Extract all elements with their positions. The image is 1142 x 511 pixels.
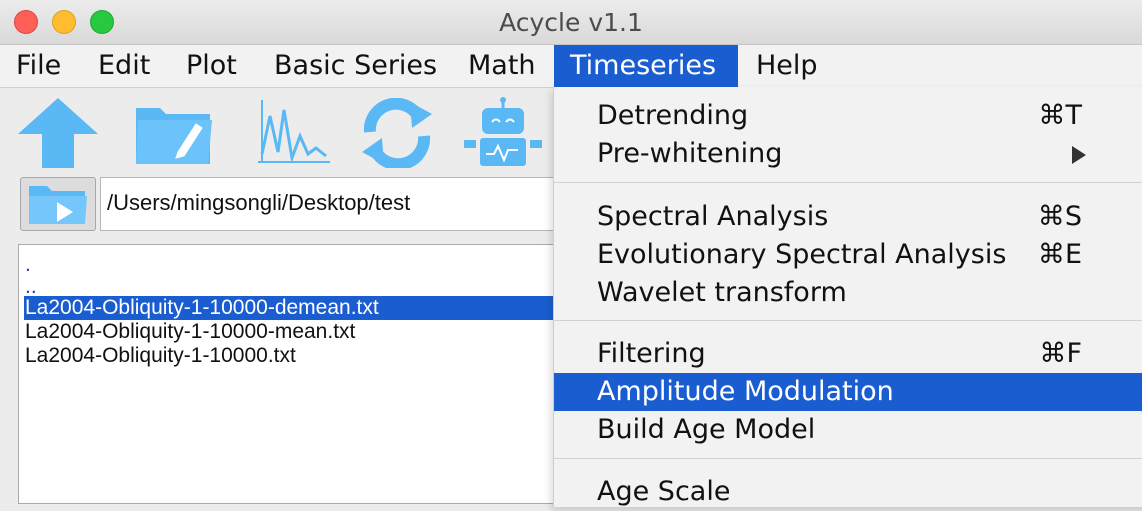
menu-separator: [554, 458, 1142, 459]
menu-item-pre-whitening[interactable]: Pre-whitening: [554, 135, 1142, 173]
submenu-arrow-icon: [1072, 146, 1086, 164]
open-folder-button[interactable]: [20, 177, 96, 231]
menu-item-label: Wavelet transform: [597, 277, 847, 308]
menu-item-label: Filtering: [597, 338, 706, 369]
menu-plot[interactable]: Plot: [170, 45, 253, 87]
menu-item-label: Evolutionary Spectral Analysis: [597, 239, 1007, 270]
title-bar: Acycle v1.1: [0, 0, 1142, 45]
menu-item-label: Spectral Analysis: [597, 201, 829, 232]
timeseries-dropdown: Detrending ⌘T Pre-whitening Spectral Ana…: [553, 87, 1142, 507]
menu-edit[interactable]: Edit: [82, 45, 166, 87]
menu-bar: File Edit Plot Basic Series Math Timeser…: [0, 45, 1142, 88]
list-item[interactable]: La2004-Obliquity-1-10000.txt: [25, 344, 296, 368]
menu-item-filtering[interactable]: Filtering ⌘F: [554, 335, 1142, 373]
menu-item-wavelet-transform[interactable]: Wavelet transform: [554, 274, 1142, 312]
menu-item-spectral-analysis[interactable]: Spectral Analysis ⌘S: [554, 198, 1142, 236]
menu-item-label: Pre-whitening: [597, 138, 783, 169]
waveform-plot-icon[interactable]: [254, 96, 334, 168]
shortcut-label: ⌘F: [1039, 338, 1082, 369]
shortcut-label: ⌘S: [1037, 201, 1082, 232]
menu-item-amplitude-modulation[interactable]: Amplitude Modulation: [554, 373, 1142, 411]
menu-basic-series[interactable]: Basic Series: [258, 45, 453, 87]
menu-item-detrending[interactable]: Detrending ⌘T: [554, 97, 1142, 135]
menu-item-age-scale[interactable]: Age Scale: [554, 473, 1142, 511]
shortcut-label: ⌘T: [1038, 100, 1083, 131]
menu-item-build-age-model[interactable]: Build Age Model: [554, 411, 1142, 449]
menu-help[interactable]: Help: [740, 45, 834, 87]
folder-open-icon: [29, 186, 87, 224]
menu-separator: [554, 182, 1142, 183]
menu-item-label: Age Scale: [597, 476, 731, 507]
file-list[interactable]: . .. La2004-Obliquity-1-10000-demean.txt…: [18, 244, 565, 504]
menu-item-label: Build Age Model: [597, 414, 816, 445]
refresh-icon[interactable]: [358, 98, 436, 168]
menu-item-evolutionary-spectral-analysis[interactable]: Evolutionary Spectral Analysis ⌘E: [554, 236, 1142, 274]
shortcut-label: ⌘E: [1037, 239, 1082, 270]
menu-item-label: Amplitude Modulation: [597, 376, 894, 407]
up-arrow-icon[interactable]: [16, 96, 100, 170]
menu-file[interactable]: File: [0, 45, 77, 87]
menu-separator: [554, 320, 1142, 321]
folder-edit-icon[interactable]: [134, 100, 214, 166]
menu-timeseries[interactable]: Timeseries: [554, 45, 738, 87]
menu-item-label: Detrending: [597, 100, 749, 131]
list-item[interactable]: La2004-Obliquity-1-10000-mean.txt: [25, 320, 355, 344]
list-item-selected[interactable]: La2004-Obliquity-1-10000-demean.txt: [24, 296, 565, 320]
robot-icon[interactable]: [460, 96, 546, 170]
list-item[interactable]: .: [25, 253, 31, 277]
menu-math[interactable]: Math: [452, 45, 552, 87]
window-title: Acycle v1.1: [499, 8, 643, 37]
path-field[interactable]: /Users/mingsongli/Desktop/test: [100, 177, 560, 231]
